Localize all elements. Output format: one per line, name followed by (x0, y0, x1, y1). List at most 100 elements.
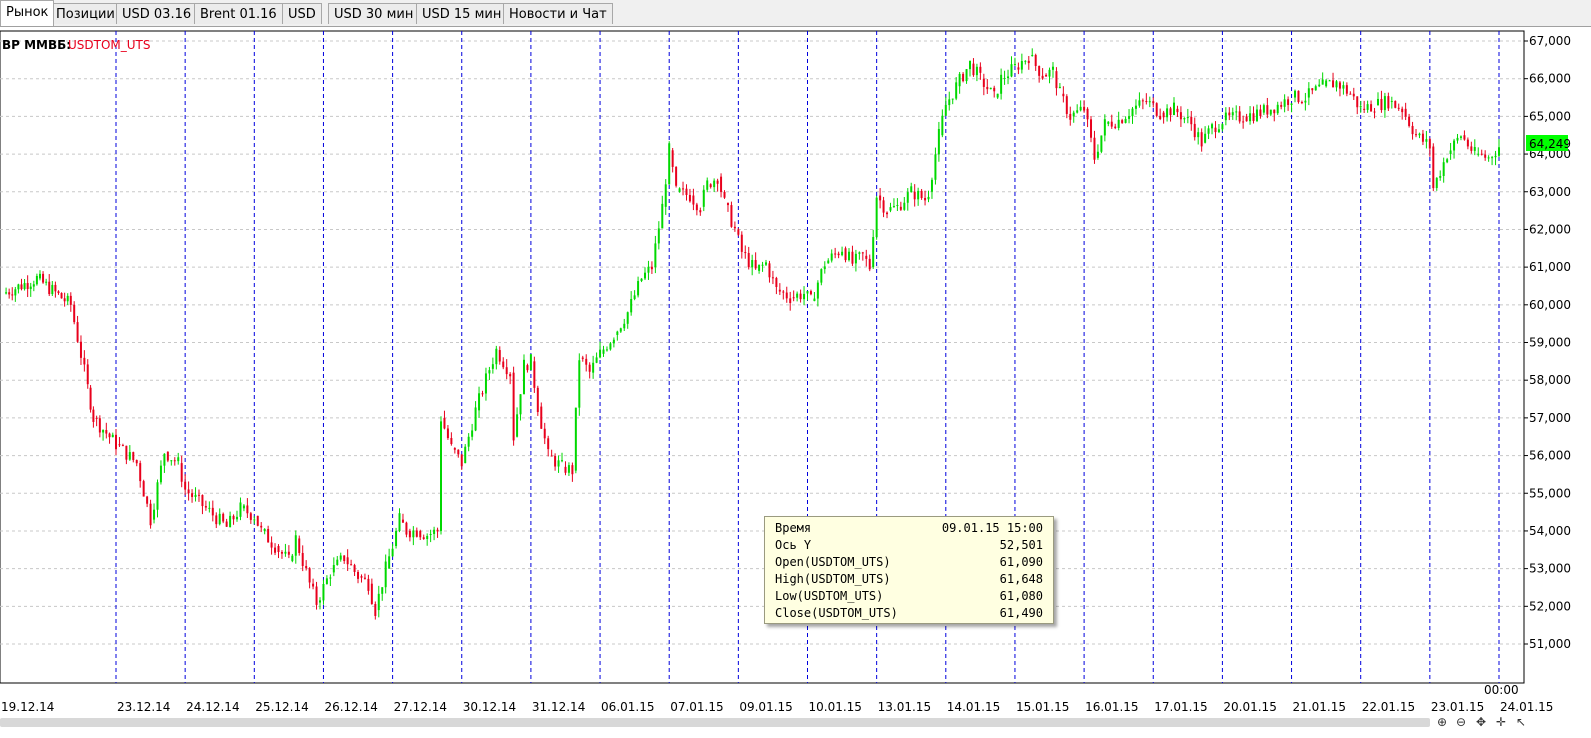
candle-body (57, 291, 60, 294)
candle-body (1117, 119, 1120, 128)
candle-body (17, 284, 20, 290)
candle-body (291, 555, 294, 562)
candle-body (108, 433, 111, 438)
candle-body (982, 78, 985, 87)
tab-brent-0116[interactable]: Brent 01.16 (194, 3, 283, 24)
candle-body (408, 530, 411, 538)
horizontal-scrollbar[interactable]: ⊕ ⊖ ✥ ✛ ↖ (0, 716, 1591, 738)
candle-body (339, 555, 342, 560)
candle-body (1276, 104, 1279, 114)
candle-body (1124, 118, 1127, 123)
move-icon[interactable]: ✥ (1476, 716, 1486, 728)
candle-body (184, 481, 187, 490)
x-tick-label: 15.01.15 (1016, 700, 1069, 714)
candle-body (457, 449, 460, 455)
candle-body (29, 286, 32, 289)
instrument-label: USDTOM_UTS (68, 38, 151, 52)
candle-body (754, 260, 757, 269)
candle-body (1200, 132, 1203, 147)
scroll-thumb[interactable] (0, 718, 1430, 727)
candle-body (1300, 102, 1303, 104)
candle-body (1172, 102, 1175, 116)
candle-body (889, 207, 892, 211)
tab-usd-0316[interactable]: USD 03.16 (116, 3, 198, 24)
candle-body (401, 519, 404, 523)
candle-body (906, 192, 909, 203)
zoom-out-icon[interactable]: ⊖ (1456, 716, 1466, 728)
candle-body (467, 436, 470, 447)
y-tick-label: 52,000 (1529, 599, 1571, 613)
candle-body (682, 188, 685, 190)
candle-body (851, 251, 854, 264)
candle-body (778, 289, 781, 292)
tab-positions[interactable]: Позиции (50, 3, 121, 24)
candle-body (336, 559, 339, 565)
candle-body (1072, 112, 1075, 117)
candle-body (125, 445, 128, 460)
candle-body (1370, 104, 1373, 112)
tab-usd[interactable]: USD (282, 3, 322, 24)
candle-body (225, 521, 228, 527)
tooltip-label: Ось Y (775, 538, 812, 552)
tab-news-chat[interactable]: Новости и Чат (503, 3, 613, 24)
candle-body (298, 538, 301, 553)
candle-body (436, 529, 439, 532)
candle-body (51, 284, 54, 295)
candle-body (1252, 113, 1255, 121)
candle-body (325, 578, 328, 584)
candle-body (1010, 64, 1013, 77)
exchange-label: BP ММВБ: (2, 38, 71, 52)
y-tick-label: 60,000 (1529, 298, 1571, 312)
crosshair-icon[interactable]: ✛ (1496, 716, 1506, 728)
candle-body (204, 506, 207, 508)
candle-body (284, 551, 287, 554)
candle-body (892, 206, 895, 208)
tab-usd-15min[interactable]: USD 15 мин (416, 3, 508, 24)
zoom-in-icon[interactable]: ⊕ (1437, 716, 1447, 728)
cursor-icon[interactable]: ↖ (1516, 716, 1526, 728)
candle-body (771, 277, 774, 279)
tab-market[interactable]: Рынок (0, 0, 55, 26)
candle-body (471, 430, 474, 437)
candle-body (650, 266, 653, 270)
candle-body (872, 237, 875, 268)
candle-body (412, 530, 415, 538)
candle-body (305, 565, 308, 569)
candle-body (263, 528, 266, 531)
candle-body (557, 460, 560, 467)
tab-usd-30min[interactable]: USD 30 мин (328, 3, 420, 24)
candle-body (86, 364, 89, 385)
candle-body (561, 460, 564, 462)
candle-body (809, 291, 812, 295)
candle-body (1079, 106, 1082, 111)
candle-body (965, 69, 968, 82)
candle-body (1473, 147, 1476, 151)
candle-body (92, 409, 95, 422)
candle-body (796, 293, 799, 298)
candle-body (1498, 147, 1500, 156)
candle-body (374, 603, 377, 616)
candle-body (381, 587, 384, 594)
candle-body (1269, 109, 1272, 115)
candle-body (602, 349, 605, 354)
candle-body (388, 556, 391, 569)
tooltip-value: 61,090 (999, 555, 1043, 569)
candle-body (702, 189, 705, 207)
candle-body (187, 489, 190, 494)
candle-body (35, 275, 38, 285)
candle-body (516, 414, 519, 437)
candle-body (1376, 98, 1379, 106)
candle-body (1114, 126, 1117, 128)
x-tick-label: 16.01.15 (1085, 700, 1138, 714)
plot-area[interactable] (0, 30, 1525, 684)
candle-body (917, 190, 920, 200)
candle-body (350, 564, 353, 566)
candle-body (8, 292, 11, 295)
y-tick-label: 61,000 (1529, 260, 1571, 274)
x-tick-label: 24.12.14 (186, 700, 239, 714)
candle-body (844, 248, 847, 261)
candle-body (522, 359, 525, 395)
candle-body (1145, 101, 1148, 103)
tooltip-row-high: High(USDTOM_UTS) 61,648 (775, 571, 1043, 588)
candle-body (1404, 108, 1407, 117)
